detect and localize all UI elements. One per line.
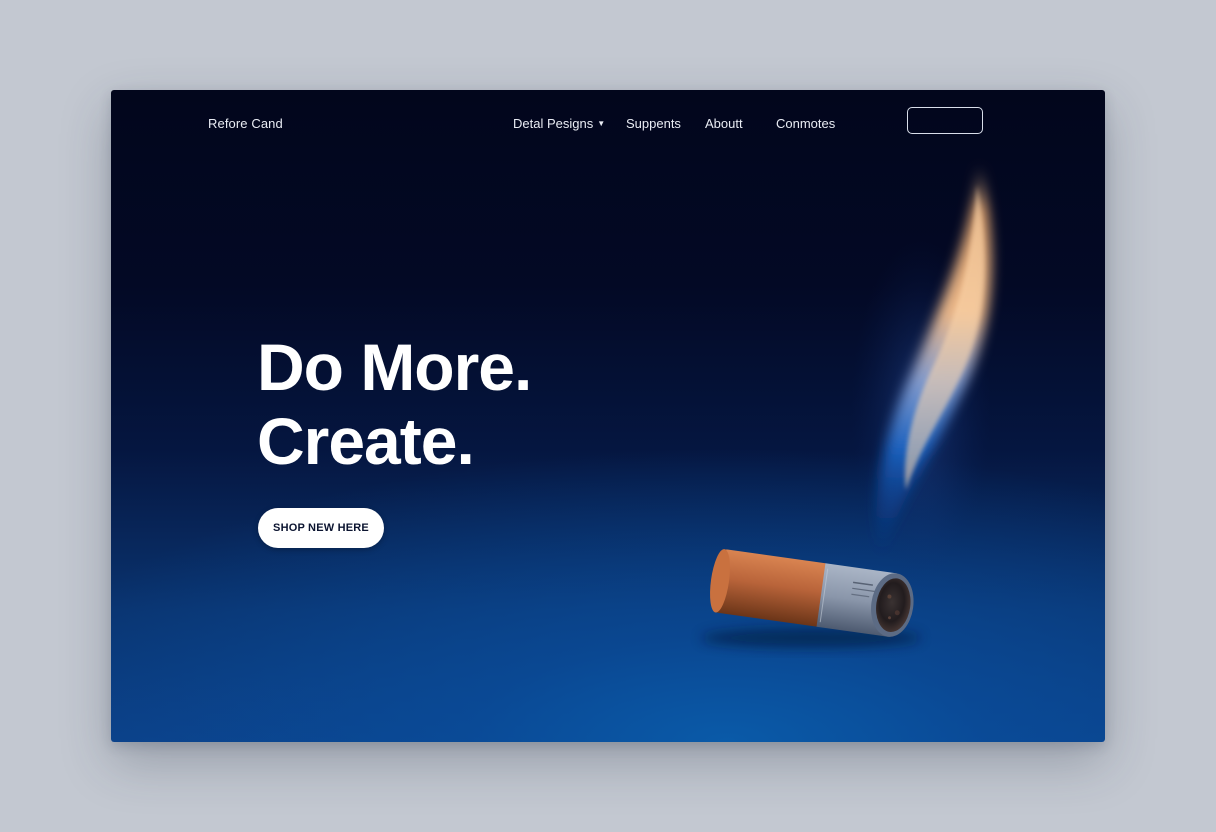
top-navigation: Refore Cand Detal Pesigns ▼ Suppents Abou… [111, 90, 1105, 158]
hero-title-line-2: Create. [257, 404, 475, 478]
nav-link-label: Detal Pesigns [513, 116, 594, 131]
brand-logo[interactable]: Refore Cand [208, 116, 283, 131]
nav-link-conmotes[interactable]: Conmotes [776, 116, 835, 131]
hero-title-line-1: Do More. [257, 330, 532, 404]
nav-link-aboutt[interactable]: Aboutt [705, 116, 743, 131]
shop-now-button[interactable]: SHOP NEW HERE [258, 508, 384, 548]
nav-link-detal-pesigns[interactable]: Detal Pesigns ▼ [513, 116, 605, 131]
nav-link-suppents[interactable]: Suppents [626, 116, 681, 131]
website-frame: Refore Cand Detal Pesigns ▼ Suppents Abou… [111, 90, 1105, 742]
nav-cta-button[interactable] [907, 107, 983, 134]
chevron-down-icon: ▼ [597, 119, 606, 128]
cigarette-butt-illustration [710, 549, 914, 637]
hero-title: Do More. Create. [257, 330, 532, 478]
